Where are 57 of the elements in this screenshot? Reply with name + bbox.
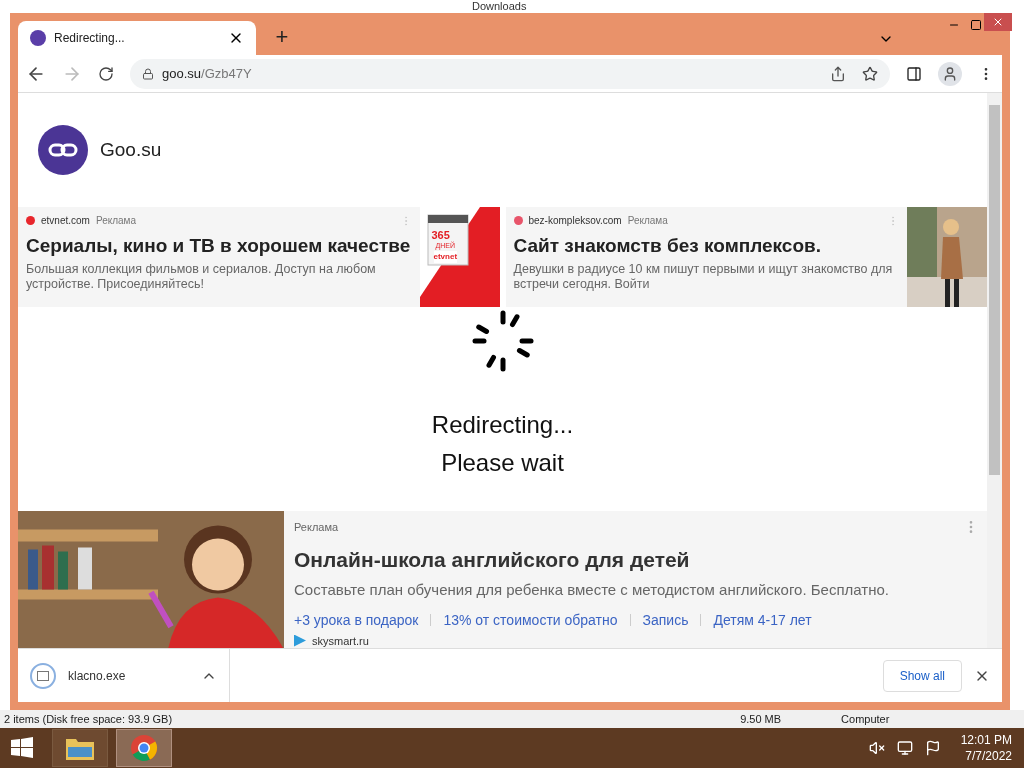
ad-link[interactable]: +3 урока в подарок	[294, 609, 419, 631]
close-window-button[interactable]	[984, 13, 1012, 31]
network-icon[interactable]	[896, 740, 913, 756]
status-location: Computer	[841, 711, 890, 727]
window-title: Downloads	[472, 0, 527, 12]
profile-avatar[interactable]	[938, 61, 962, 86]
ad-title: Сериалы, кино и ТВ в хорошем качестве	[26, 234, 412, 258]
status-size: 9.50 MB	[740, 711, 782, 727]
ad-card[interactable]: bez-kompleksov.com Реклама Сайт знакомств без комплексов. Девушки в радиусе 10 км пишут первыми и ищут знакомство для встречи сегодня. Войти	[505, 207, 987, 307]
show-all-button[interactable]: Show all	[882, 659, 962, 692]
side-panel-icon[interactable]	[906, 65, 922, 82]
share-icon[interactable]	[830, 65, 846, 82]
ad-link[interactable]: Детям 4-17 лет	[713, 609, 812, 631]
clock-date[interactable]: 7/7/2022	[965, 748, 1012, 764]
address-bar[interactable]: goo.su/Gzb47Y	[130, 58, 890, 89]
download-item[interactable]: klacno.exe	[30, 649, 230, 702]
lock-icon	[142, 67, 154, 80]
ad-card[interactable]: Реклама Онлайн-школа английского для детей Составьте план обучения для ребенка вместе с методистом английского. Бесплатно. +3 урока в подарок 13% от стоимости обратно Запись Детям 4-17 лет skysmart.ru	[18, 511, 987, 648]
scrollbar[interactable]	[987, 93, 1002, 648]
ad-title: Онлайн-школа английского для детей	[294, 546, 691, 573]
loading-spinner-icon	[471, 310, 534, 372]
ad-label: Реклама	[627, 214, 668, 228]
site-name: Goo.su	[100, 137, 162, 162]
file-name: klacno.exe	[68, 667, 126, 685]
clock-time[interactable]: 12:01 PM	[960, 732, 1012, 748]
status-message: Please wait	[441, 448, 564, 478]
ad-domain: etvnet.com	[41, 214, 90, 228]
ad-text: Составьте план обучения для ребенка вместе с методистом английского. Бесплатно.	[294, 580, 890, 600]
close-icon	[992, 16, 1004, 28]
browser-tab[interactable]: Redirecting...	[18, 21, 256, 55]
mute-icon[interactable]	[868, 740, 885, 756]
tab-title: Redirecting...	[54, 30, 125, 47]
logo-icon	[38, 125, 88, 175]
taskbar-app[interactable]	[116, 729, 172, 767]
ad-domain: bez-kompleksov.com	[528, 214, 622, 228]
ad-label: Реклама	[294, 520, 339, 535]
ad-link[interactable]: 13% от стоимости обратно	[443, 609, 618, 631]
url-text: goo.su/Gzb47Y	[162, 64, 252, 83]
ad-label: Реклама	[95, 214, 137, 228]
ad-domain: skysmart.ru	[312, 634, 369, 647]
browser-logo-icon	[130, 734, 158, 762]
status-text: 2 items (Disk free space: 93.9 GB)	[3, 711, 173, 727]
ad-link[interactable]: Запись	[642, 609, 689, 631]
badge-number: 365	[431, 228, 450, 241]
ad-text: Большая коллекция фильмов и сериалов. Доступ на любом устройстве. Присоединяйтесь!	[26, 262, 377, 292]
ad-text: Девушки в радиусе 10 км пишут первыми и ищут знакомство для встречи сегодня. Войти	[513, 262, 894, 292]
file-icon	[30, 662, 56, 689]
status-message: Redirecting...	[431, 410, 574, 440]
ad-title: Сайт знакомств без комплексов.	[513, 234, 822, 258]
reload-icon[interactable]	[98, 65, 114, 82]
new-tab-button[interactable]: +	[268, 23, 296, 51]
site-icon	[294, 634, 306, 647]
brand-text: etvnet	[433, 251, 458, 263]
bookmark-star-icon[interactable]	[862, 65, 878, 82]
taskbar-app[interactable]	[52, 729, 108, 767]
maximize-icon[interactable]	[970, 19, 982, 31]
flag-icon[interactable]	[924, 740, 941, 756]
